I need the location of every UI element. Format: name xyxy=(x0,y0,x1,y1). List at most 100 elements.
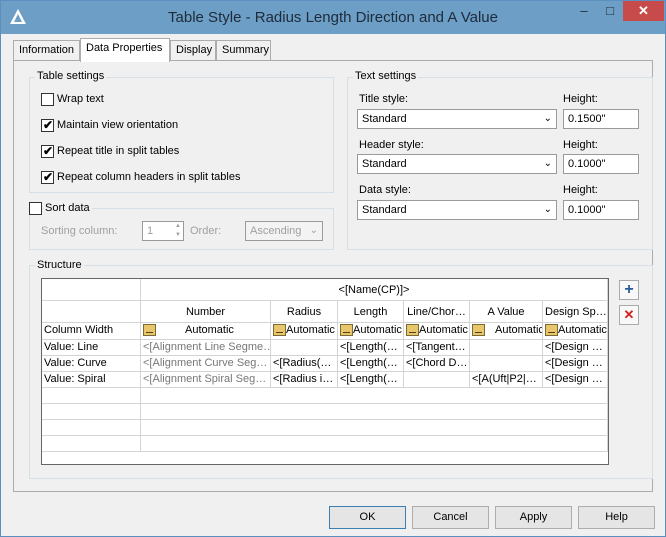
data-height-input[interactable]: 0.1000" xyxy=(563,200,639,220)
spin-down-icon[interactable]: ▼ xyxy=(175,231,181,240)
width-setting-icon[interactable] xyxy=(340,324,353,337)
table-cell[interactable] xyxy=(404,372,470,388)
check-icon: ✔ xyxy=(43,118,54,132)
repeat-title-label: Repeat title in split tables xyxy=(57,145,180,157)
table-cell[interactable]: <[Length(… xyxy=(338,356,404,372)
help-button[interactable]: Help xyxy=(578,506,655,529)
grid-header-blank xyxy=(42,301,141,323)
delete-icon[interactable]: ✕ xyxy=(619,305,639,325)
table-cell[interactable]: <[Design … xyxy=(543,372,608,388)
table-cell[interactable] xyxy=(470,340,543,356)
chevron-down-icon: ⌄ xyxy=(543,204,552,215)
row-label: Value: Spiral xyxy=(42,372,141,388)
grid-title-cell[interactable]: <[Name(CP)]> xyxy=(141,279,608,301)
width-cell[interactable]: Automatic xyxy=(271,323,338,340)
tab-information[interactable]: Information xyxy=(13,40,80,60)
grid-corner xyxy=(42,279,141,301)
order-label: Order: xyxy=(190,225,222,237)
sort-data-checkbox[interactable] xyxy=(29,202,42,215)
empty-row-cell xyxy=(42,404,141,420)
order-select[interactable]: Ascending ⌄ xyxy=(245,221,323,241)
empty-row-cell xyxy=(141,404,608,420)
column-header[interactable]: Radius xyxy=(271,301,338,323)
empty-row-cell xyxy=(42,436,141,452)
width-setting-icon[interactable] xyxy=(273,324,286,337)
title-height-input[interactable]: 0.1500" xyxy=(563,109,639,129)
dialog-window: Table Style - Radius Length Direction an… xyxy=(0,0,666,537)
tab-summary[interactable]: Summary xyxy=(216,40,271,60)
title-style-value: Standard xyxy=(362,113,407,125)
data-style-value: Standard xyxy=(362,204,407,216)
table-cell[interactable]: <[Alignment Spiral Seg… xyxy=(141,372,271,388)
cancel-button[interactable]: Cancel xyxy=(412,506,489,529)
table-cell[interactable]: <[Design … xyxy=(543,356,608,372)
data-style-label: Data style: xyxy=(359,184,411,196)
width-setting-icon[interactable] xyxy=(143,324,156,337)
column-header[interactable]: Number xyxy=(141,301,271,323)
spin-up-icon[interactable]: ▲ xyxy=(175,222,181,231)
maintain-view-checkbox[interactable]: ✔ xyxy=(41,118,54,132)
sorting-column-spinner[interactable]: 1 ▲ ▼ xyxy=(142,221,184,241)
add-icon[interactable]: + xyxy=(619,280,639,300)
width-cell[interactable]: Automatic xyxy=(543,323,608,340)
header-style-value: Standard xyxy=(362,158,407,170)
width-cell[interactable]: Automatic xyxy=(470,323,543,340)
width-setting-icon[interactable] xyxy=(472,324,485,337)
maximize-icon[interactable]: □ xyxy=(597,1,623,21)
tab-data-properties[interactable]: Data Properties xyxy=(80,38,170,62)
table-cell[interactable]: <[Chord D… xyxy=(404,356,470,372)
chevron-down-icon: ⌄ xyxy=(543,113,552,124)
title-height-label: Height: xyxy=(563,93,598,105)
width-setting-icon[interactable] xyxy=(545,324,558,337)
title-style-select[interactable]: Standard ⌄ xyxy=(357,109,557,129)
header-height-input[interactable]: 0.1000" xyxy=(563,154,639,174)
table-cell[interactable] xyxy=(271,340,338,356)
data-height-label: Height: xyxy=(563,184,598,196)
column-header[interactable]: Line/Chor… xyxy=(404,301,470,323)
wrap-text-checkbox[interactable] xyxy=(41,93,54,106)
sorting-column-value: 1 xyxy=(147,225,154,237)
repeat-title-checkbox[interactable]: ✔ xyxy=(41,144,54,158)
repeat-headers-label: Repeat column headers in split tables xyxy=(57,171,241,183)
width-cell[interactable]: Automatic xyxy=(338,323,404,340)
column-header[interactable]: Design Sp… xyxy=(543,301,608,323)
window-title: Table Style - Radius Length Direction an… xyxy=(168,9,498,26)
column-header[interactable]: A Value xyxy=(470,301,543,323)
table-cell[interactable] xyxy=(470,356,543,372)
structure-grid[interactable]: <[Name(CP)]> Number Radius Length Line/C… xyxy=(41,278,609,465)
table-cell[interactable]: <[Alignment Curve Seg… xyxy=(141,356,271,372)
title-style-label: Title style: xyxy=(359,93,409,105)
wrap-text-label: Wrap text xyxy=(57,93,104,105)
empty-row-cell xyxy=(141,436,608,452)
ok-button[interactable]: OK xyxy=(329,506,406,529)
table-cell[interactable]: <[Design … xyxy=(543,340,608,356)
width-setting-icon[interactable] xyxy=(406,324,419,337)
column-header[interactable]: Length xyxy=(338,301,404,323)
close-icon[interactable]: ✕ xyxy=(623,1,664,21)
sort-data-label: Sort data xyxy=(43,202,92,214)
chevron-down-icon: ⌄ xyxy=(309,225,318,236)
data-style-select[interactable]: Standard ⌄ xyxy=(357,200,557,220)
header-height-label: Height: xyxy=(563,139,598,151)
row-label: Column Width xyxy=(42,323,141,340)
table-cell[interactable]: <[A(Uft|P2|… xyxy=(470,372,543,388)
check-icon: ✔ xyxy=(43,170,54,184)
repeat-headers-checkbox[interactable]: ✔ xyxy=(41,170,54,184)
table-cell[interactable]: <[Tangent… xyxy=(404,340,470,356)
apply-button[interactable]: Apply xyxy=(495,506,572,529)
width-cell[interactable]: Automatic xyxy=(141,323,271,340)
header-style-select[interactable]: Standard ⌄ xyxy=(357,154,557,174)
table-cell[interactable]: <[Alignment Line Segme… xyxy=(141,340,271,356)
table-cell[interactable]: <[Radius i… xyxy=(271,372,338,388)
check-icon: ✔ xyxy=(43,144,54,158)
chevron-down-icon: ⌄ xyxy=(543,158,552,169)
order-value: Ascending xyxy=(250,225,302,237)
row-label: Value: Curve xyxy=(42,356,141,372)
maintain-view-label: Maintain view orientation xyxy=(57,119,179,131)
table-cell[interactable]: <[Radius(… xyxy=(271,356,338,372)
table-cell[interactable]: <[Length(… xyxy=(338,340,404,356)
tab-display[interactable]: Display xyxy=(170,40,216,60)
table-cell[interactable]: <[Length(… xyxy=(338,372,404,388)
minimize-icon[interactable]: – xyxy=(571,1,597,21)
width-cell[interactable]: Automatic xyxy=(404,323,470,340)
